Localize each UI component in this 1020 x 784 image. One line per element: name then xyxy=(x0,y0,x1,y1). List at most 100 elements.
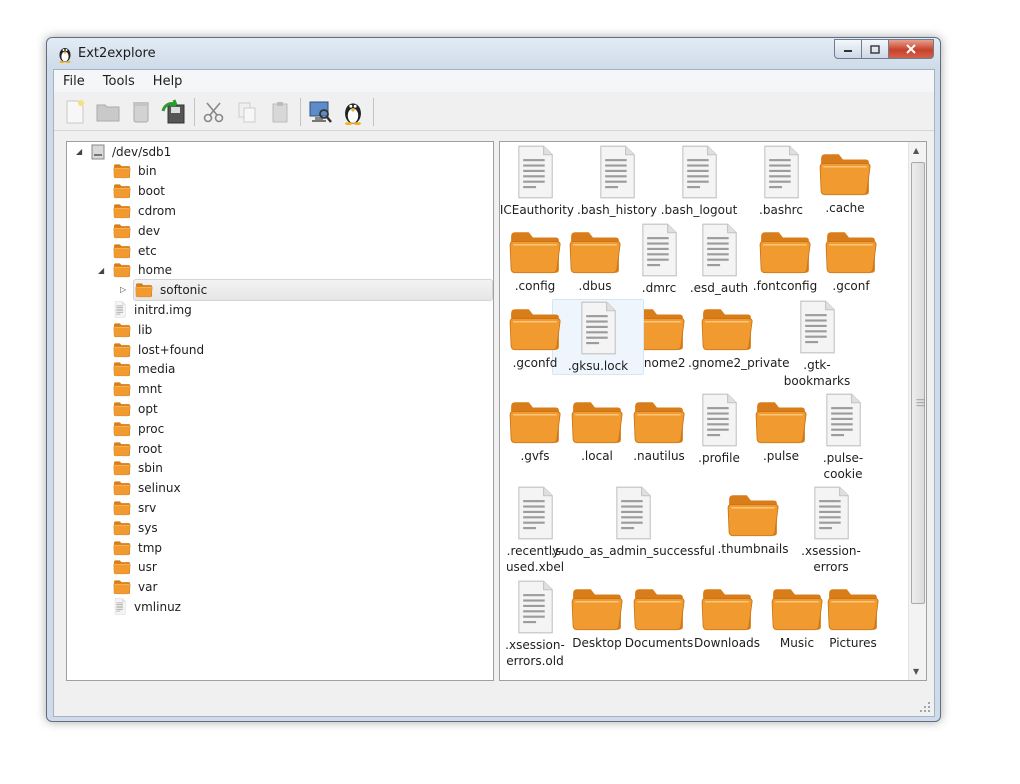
file-item[interactable]: .xsession-errors.old xyxy=(500,579,580,669)
open-folder-button[interactable] xyxy=(93,97,123,127)
about-button[interactable] xyxy=(338,97,368,127)
item-label: .xsession-errors xyxy=(801,544,861,574)
scroll-up-arrow[interactable]: ▲ xyxy=(913,146,919,155)
title-bar[interactable]: Ext2explore xyxy=(47,38,940,69)
folder-item[interactable]: .thumbnails xyxy=(708,485,798,557)
folder-item[interactable]: .gconfd xyxy=(500,299,580,371)
folder-item[interactable]: .gvfs xyxy=(500,392,580,464)
file-item[interactable]: .recently-used.xbel xyxy=(500,485,580,575)
copy-icon xyxy=(238,102,256,122)
folder-icon xyxy=(113,441,131,456)
tree-item-boot[interactable]: boot xyxy=(113,182,165,201)
tree-item-tmp[interactable]: tmp xyxy=(113,538,162,557)
tree-item-sys[interactable]: sys xyxy=(113,518,158,537)
folder-icon xyxy=(113,560,131,575)
cut-button[interactable] xyxy=(199,97,229,127)
tree-item-initrd-img[interactable]: initrd.img xyxy=(113,300,192,319)
tree-item-label: lost+found xyxy=(138,342,205,357)
close-icon xyxy=(906,44,916,54)
item-label: .bash_history xyxy=(577,203,657,217)
folder-tree[interactable]: /dev/sdb1 ◢ bin boot cdrom dev etc home ◢ softoni… xyxy=(66,141,494,681)
file-icon xyxy=(814,486,849,540)
tree-item-cdrom[interactable]: cdrom xyxy=(113,201,176,220)
folder-icon xyxy=(113,164,131,179)
delete-button[interactable] xyxy=(126,97,156,127)
folder-icon xyxy=(113,402,131,416)
item-label: .profile xyxy=(698,451,740,465)
item-label: .gvfs xyxy=(520,449,550,463)
tree-item-vmlinuz[interactable]: vmlinuz xyxy=(113,597,181,616)
tree-item-media[interactable]: media xyxy=(113,360,175,379)
tree-item-selinux[interactable]: selinux xyxy=(113,479,181,498)
new-document-icon xyxy=(66,99,84,123)
file-icon-view[interactable]: Pictures Music Downloads Documents Desktop .x… xyxy=(499,141,927,681)
tree-item-srv[interactable]: srv xyxy=(113,498,156,517)
caption-buttons xyxy=(834,39,934,59)
menu-help[interactable]: Help xyxy=(144,74,192,89)
item-label: .dmrc xyxy=(641,281,677,295)
item-label: .bashrc xyxy=(759,203,803,217)
tree-item-root[interactable]: root xyxy=(113,439,162,458)
folder-item[interactable]: .config xyxy=(500,222,580,294)
item-label: .gconf xyxy=(832,279,870,293)
folder-icon xyxy=(759,232,811,274)
tree-item-home[interactable]: home xyxy=(113,261,172,280)
folder-icon xyxy=(113,342,131,357)
file-icon xyxy=(600,145,635,199)
menu-tools[interactable]: Tools xyxy=(94,74,144,89)
folder-icon xyxy=(113,323,131,337)
scroll-down-arrow[interactable]: ▼ xyxy=(913,667,919,676)
tree-item-label: media xyxy=(138,362,176,377)
save-button[interactable] xyxy=(159,97,189,127)
tree-item-label: sbin xyxy=(138,461,163,476)
resize-grip-icon[interactable] xyxy=(919,701,931,713)
file-item[interactable]: .ICEauthority xyxy=(499,144,580,218)
tree-item-mnt[interactable]: mnt xyxy=(113,380,162,399)
new-button[interactable] xyxy=(60,97,90,127)
collapse-arrow-icon[interactable]: ◢ xyxy=(76,147,82,156)
collapse-arrow-icon[interactable]: ◢ xyxy=(98,266,104,275)
tree-item-var[interactable]: var xyxy=(113,578,157,597)
minimize-button[interactable] xyxy=(834,39,862,59)
tree-item-sbin[interactable]: sbin xyxy=(113,459,163,478)
file-item[interactable]: .bashrc xyxy=(736,144,826,218)
tree-item-proc[interactable]: proc xyxy=(113,419,164,438)
tree-item-label: etc xyxy=(138,243,157,258)
close-button[interactable] xyxy=(889,39,934,59)
vertical-scrollbar[interactable]: ▲ — — — ▼ xyxy=(908,142,926,680)
minimize-icon xyxy=(844,50,852,52)
tree-item-usr[interactable]: usr xyxy=(113,558,157,577)
tree-item-label: var xyxy=(138,580,158,595)
file-item[interactable]: .gtk-bookmarks xyxy=(772,299,862,389)
folder-icon xyxy=(96,104,120,121)
tree-item-etc[interactable]: etc xyxy=(113,241,157,260)
item-label: .bash_logout xyxy=(660,203,738,217)
scrollbar-thumb[interactable]: — — — xyxy=(911,162,925,604)
tree-item-bin[interactable]: bin xyxy=(113,162,157,181)
tree-item-label: boot xyxy=(138,184,166,199)
menu-file[interactable]: File xyxy=(54,74,94,89)
tree-item-lost-found[interactable]: lost+found xyxy=(113,340,204,359)
tree-item-lib[interactable]: lib xyxy=(113,320,152,339)
maximize-button[interactable] xyxy=(862,39,889,59)
app-window: Ext2explore File Tools Help /dev/sdb1 ◢ … xyxy=(46,37,941,722)
file-item[interactable]: .sudo_as_admin_successful xyxy=(551,485,715,559)
tree-item-opt[interactable]: opt xyxy=(113,399,158,418)
tree-item-dev[interactable]: dev xyxy=(113,221,160,240)
paste-button[interactable] xyxy=(265,97,295,127)
client-area: File Tools Help /dev/sdb1 ◢ bin boot cdr… xyxy=(53,69,935,717)
search-button[interactable] xyxy=(305,97,335,127)
tree-item-label: root xyxy=(138,441,163,456)
tree-item-softonic[interactable]: softonic xyxy=(135,281,207,300)
file-item[interactable]: .xsession-errors xyxy=(786,485,876,575)
tree-item-label: sys xyxy=(138,520,158,535)
item-label: .ICEauthority xyxy=(499,203,574,217)
tree-item-label: srv xyxy=(138,500,157,515)
expand-arrow-icon[interactable]: ▷ xyxy=(120,285,126,294)
folder-icon xyxy=(771,589,823,631)
tree-root-item[interactable]: /dev/sdb1 xyxy=(91,142,171,161)
file-item[interactable]: .bash_logout xyxy=(654,144,744,218)
file-item[interactable]: .bash_history xyxy=(572,144,662,218)
copy-button[interactable] xyxy=(232,97,262,127)
save-arrow-icon xyxy=(161,98,185,123)
